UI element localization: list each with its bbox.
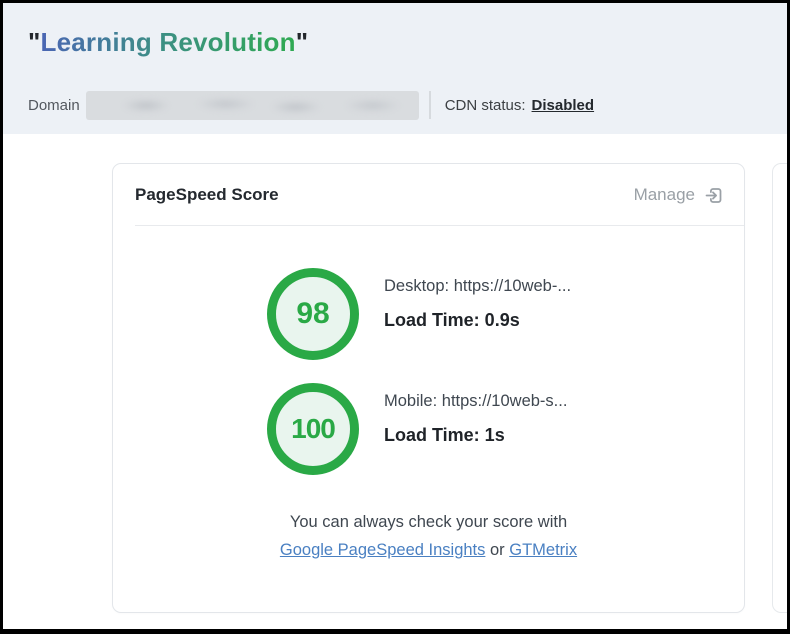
footer-hint-text: You can always check your score with	[113, 513, 744, 532]
title-open-quote: "	[28, 27, 41, 57]
title-close-quote: "	[296, 27, 309, 57]
domain-label: Domain	[28, 97, 80, 114]
site-header: "Learning Revolution" Domain CDN status:…	[3, 3, 787, 134]
box-arrow-in-right-icon	[703, 185, 724, 206]
desktop-score-row: 98 Desktop: https://10web-... Load Time:…	[267, 268, 571, 360]
gtmetrix-link[interactable]: GTMetrix	[509, 541, 577, 559]
mobile-url-label: Mobile: https://10web-s...	[384, 392, 567, 411]
manage-link[interactable]: Manage	[634, 185, 724, 206]
screenshot-frame: "Learning Revolution" Domain CDN status:…	[0, 0, 790, 634]
mobile-score-text: Mobile: https://10web-s... Load Time: 1s	[384, 383, 567, 475]
cdn-status-link[interactable]: Disabled	[532, 97, 595, 114]
next-card-partial	[772, 163, 790, 613]
blur-smudge	[86, 91, 419, 120]
desktop-load-time: Load Time: 0.9s	[384, 310, 571, 331]
site-meta-row: Domain CDN status: Disabled	[28, 89, 762, 121]
cdn-status-label: CDN status:	[445, 97, 526, 114]
desktop-url-label: Desktop: https://10web-...	[384, 277, 571, 296]
vertical-divider	[429, 91, 431, 119]
pagespeed-card-header: PageSpeed Score Manage	[113, 164, 744, 226]
site-name: Learning Revolution	[41, 27, 296, 57]
mobile-score-badge: 100	[267, 383, 359, 475]
page-title: "Learning Revolution"	[28, 27, 308, 58]
mobile-score-row: 100 Mobile: https://10web-s... Load Time…	[267, 383, 567, 475]
manage-link-label: Manage	[634, 185, 695, 205]
pagespeed-card: PageSpeed Score Manage 98 Desktop: https…	[112, 163, 745, 613]
pagespeed-card-title: PageSpeed Score	[135, 185, 279, 205]
footer-links-line: Google PageSpeed Insights or GTMetrix	[113, 541, 744, 560]
pagespeed-card-footer: You can always check your score with Goo…	[113, 513, 744, 560]
domain-value-redacted	[86, 91, 419, 120]
desktop-score-badge: 98	[267, 268, 359, 360]
mobile-load-time: Load Time: 1s	[384, 425, 567, 446]
footer-or-text: or	[490, 541, 505, 559]
desktop-score-text: Desktop: https://10web-... Load Time: 0.…	[384, 268, 571, 360]
google-pagespeed-link[interactable]: Google PageSpeed Insights	[280, 541, 486, 559]
